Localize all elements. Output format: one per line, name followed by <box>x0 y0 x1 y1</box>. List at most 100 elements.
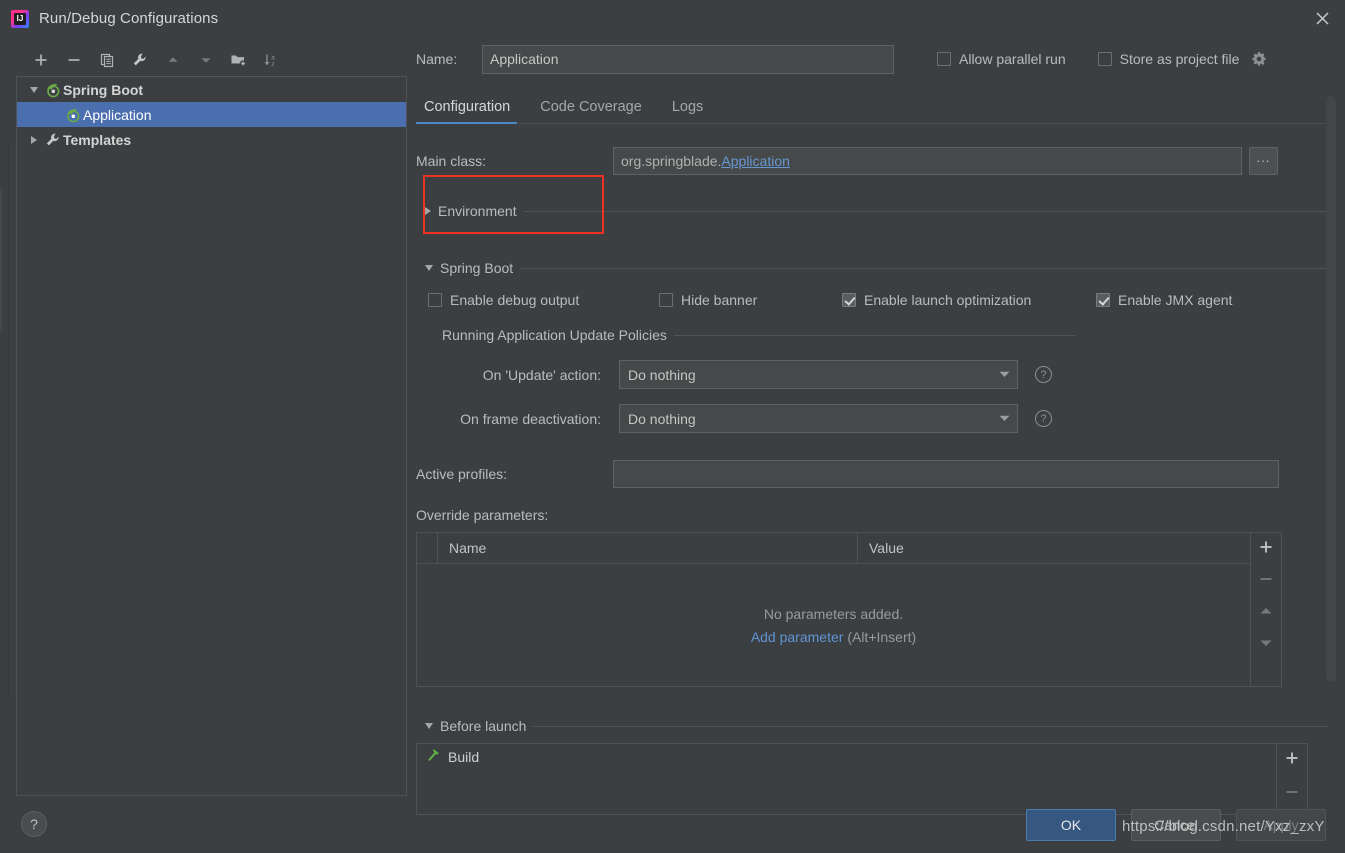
table-row-gutter <box>417 533 438 563</box>
on-update-action-select[interactable]: Do nothing <box>619 360 1018 389</box>
close-icon[interactable] <box>1299 0 1345 37</box>
spring-boot-icon <box>63 107 83 123</box>
checkbox-box[interactable] <box>937 52 951 66</box>
group-divider <box>533 725 1328 727</box>
column-header-name[interactable]: Name <box>438 533 858 563</box>
on-update-action-help-icon[interactable]: ? <box>1035 366 1052 383</box>
add-configuration-button[interactable] <box>24 46 57 74</box>
update-policies-group-header: Running Application Update Policies <box>416 327 1076 343</box>
checkbox-box[interactable] <box>1097 52 1112 66</box>
enable-jmx-agent-checkbox[interactable]: Enable JMX agent <box>1096 292 1232 308</box>
enable-launch-optimization-label: Enable launch optimization <box>864 292 1032 308</box>
allow-parallel-run-checkbox[interactable]: Allow parallel run <box>937 51 1066 67</box>
copy-configuration-button[interactable] <box>90 46 123 74</box>
svg-text:z: z <box>271 61 274 68</box>
checkbox-box[interactable] <box>842 293 856 307</box>
before-launch-item-build[interactable]: Build <box>417 744 1276 769</box>
chevron-right-icon[interactable] <box>425 207 431 215</box>
active-profiles-row: Active profiles: <box>416 460 1328 488</box>
configurations-toolbar: a z <box>16 44 407 76</box>
chevron-down-icon[interactable] <box>991 361 1017 388</box>
table-empty-body: No parameters added. Add parameter (Alt+… <box>417 564 1250 686</box>
tree-item-spring-boot[interactable]: Spring Boot <box>17 77 406 102</box>
gear-icon[interactable] <box>1249 49 1269 69</box>
intellij-idea-icon <box>11 9 29 28</box>
table-main: Name Value No parameters added. Add para… <box>417 533 1250 686</box>
tree-item-templates[interactable]: Templates <box>17 127 406 152</box>
remove-configuration-button[interactable] <box>57 46 90 74</box>
environment-group-header[interactable]: Environment <box>416 203 1328 219</box>
group-divider <box>523 210 1328 212</box>
main-class-label: Main class: <box>416 153 487 169</box>
enable-jmx-agent-label: Enable JMX agent <box>1118 292 1233 308</box>
on-frame-deactivation-help-icon[interactable]: ? <box>1035 410 1052 427</box>
on-frame-deactivation-select[interactable]: Do nothing <box>619 404 1018 433</box>
before-launch-group-header[interactable]: Before launch <box>416 718 1328 734</box>
wrench-icon <box>43 132 63 148</box>
enable-debug-output-checkbox[interactable]: Enable debug output <box>428 292 659 308</box>
tab-logs[interactable]: Logs <box>657 99 718 123</box>
run-debug-configurations-dialog: Run/Debug Configurations <box>0 0 1345 853</box>
browse-main-class-button[interactable]: ... <box>1249 147 1278 175</box>
enable-launch-optimization-checkbox[interactable]: Enable launch optimization <box>842 292 1096 308</box>
name-input[interactable]: Application <box>482 44 894 74</box>
add-parameter-button[interactable] <box>1255 537 1277 557</box>
panel-divider <box>8 140 9 700</box>
checkbox-box[interactable] <box>1096 293 1110 307</box>
enable-debug-output-label: Enable debug output <box>450 292 580 308</box>
override-parameters-table[interactable]: Name Value No parameters added. Add para… <box>416 532 1282 687</box>
chevron-down-icon[interactable] <box>991 405 1017 432</box>
group-divider <box>673 334 1076 336</box>
chevron-down-icon[interactable] <box>425 723 433 729</box>
name-row: Name: Application Allow parallel run Sto… <box>416 44 1328 74</box>
column-header-value[interactable]: Value <box>858 533 1250 563</box>
checkbox-box[interactable] <box>659 293 673 307</box>
remove-before-launch-task-button[interactable] <box>1281 782 1303 802</box>
expand-toggle-icon[interactable] <box>25 135 43 144</box>
remove-parameter-button[interactable] <box>1255 569 1277 589</box>
tree-item-label: Templates <box>63 131 132 148</box>
configuration-editor-pane: Name: Application Allow parallel run Sto… <box>416 44 1328 815</box>
editor-tabs: Configuration Code Coverage Logs <box>416 88 1328 124</box>
add-parameter-row: Add parameter (Alt+Insert) <box>751 629 916 645</box>
spring-boot-group-header[interactable]: Spring Boot <box>416 260 1328 276</box>
help-button[interactable]: ? <box>21 811 47 837</box>
ok-button[interactable]: OK <box>1026 809 1116 841</box>
editor-vertical-scrollbar[interactable] <box>1326 96 1336 682</box>
sort-configurations-button[interactable]: a z <box>255 46 288 74</box>
new-folder-button[interactable] <box>222 46 255 74</box>
configurations-panel: a z Spring Boot Application Templates <box>16 44 407 796</box>
override-parameters-label: Override parameters: <box>416 507 549 523</box>
title-bar: Run/Debug Configurations <box>0 0 1345 37</box>
table-header-row: Name Value <box>417 533 1250 564</box>
checkbox-box[interactable] <box>428 293 442 307</box>
edit-templates-button[interactable] <box>123 46 156 74</box>
add-before-launch-task-button[interactable] <box>1281 748 1303 768</box>
on-update-action-value: Do nothing <box>628 366 696 383</box>
main-class-link[interactable]: Application <box>721 153 790 169</box>
tree-item-application[interactable]: Application <box>17 102 406 127</box>
chevron-down-icon[interactable] <box>425 265 433 271</box>
on-frame-deactivation-row: On frame deactivation: Do nothing ? <box>416 404 1328 433</box>
add-parameter-link[interactable]: Add parameter <box>751 629 844 645</box>
move-down-button[interactable] <box>189 46 222 74</box>
spring-boot-options-row: Enable debug output Hide banner Enable l… <box>416 292 1328 308</box>
move-parameter-down-button[interactable] <box>1255 633 1277 653</box>
tab-code-coverage[interactable]: Code Coverage <box>525 99 657 123</box>
active-profiles-input[interactable] <box>613 460 1279 488</box>
store-as-project-file-checkbox[interactable]: Store as project file <box>1097 49 1270 69</box>
window-title: Run/Debug Configurations <box>39 10 219 27</box>
watermark-text: https://blog.csdn.net/Yxz_zxY <box>1122 818 1325 835</box>
main-class-input[interactable]: org.springblade. Application <box>613 147 1242 175</box>
no-parameters-text: No parameters added. <box>763 605 904 622</box>
move-up-button[interactable] <box>156 46 189 74</box>
left-edge-accent <box>0 190 2 330</box>
environment-group-label: Environment <box>438 203 517 219</box>
expand-toggle-icon[interactable] <box>25 86 43 93</box>
configurations-tree[interactable]: Spring Boot Application Templates <box>16 76 407 796</box>
hide-banner-checkbox[interactable]: Hide banner <box>659 292 842 308</box>
before-launch-item-label: Build <box>448 748 480 765</box>
hide-banner-label: Hide banner <box>681 292 758 308</box>
move-parameter-up-button[interactable] <box>1255 601 1277 621</box>
tab-configuration[interactable]: Configuration <box>416 99 525 124</box>
